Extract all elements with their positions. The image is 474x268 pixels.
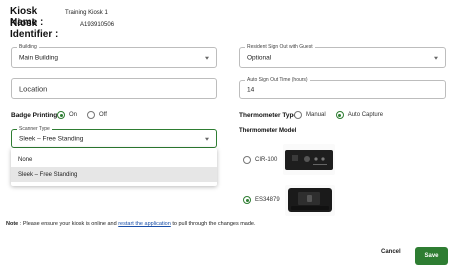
note-text-before: : Please ensure your kiosk is online and [18,221,119,227]
cir100-device-image [283,144,335,175]
kiosk-id-label: Kiosk Identifier : [10,18,59,40]
scanner-type-value: Sleek – Free Standing [19,135,84,142]
note-prefix: Note [6,221,19,227]
scanner-option-sleek[interactable]: Sleek – Free Standing [11,167,217,182]
thermometer-manual-label: Manual [306,112,326,118]
badge-printing-on-option[interactable]: On [57,111,77,119]
location-input[interactable]: Location [11,78,217,99]
radio-on-icon[interactable] [57,111,65,119]
thermometer-model-label: Thermometer Model [239,128,297,134]
es34879-label: ES34879 [255,197,280,203]
building-label: Building [17,44,39,51]
kiosk-id-value: A193910506 [80,22,115,28]
radio-on-icon[interactable] [335,111,344,119]
badge-printing-on-label: On [69,112,78,118]
restart-application-link[interactable]: restart the application [118,221,171,227]
badge-printing-off-label: Off [99,112,107,118]
kiosk-name-value: Training Kiosk 1 [65,10,108,16]
thermometer-auto-label: Auto Capture [347,112,384,118]
building-value: Main Building [19,54,59,61]
radio-off-icon[interactable] [294,111,302,119]
auto-signout-value: 14 [247,86,255,93]
radio-on-icon[interactable] [243,196,251,204]
badge-printing-off-option[interactable]: Off [87,111,107,119]
location-placeholder: Location [19,84,48,93]
thermometer-type-label: Thermometer Type [239,112,298,119]
save-button[interactable]: Save [415,247,448,265]
scanner-option-none[interactable]: None [11,152,217,167]
resident-signout-value: Optional [247,54,272,61]
scanner-type-menu: None Sleek – Free Standing [11,148,217,186]
badge-printing-label: Badge Printing [11,112,58,119]
es34879-device-image [285,185,335,216]
thermometer-auto-option[interactable]: Auto Capture [335,111,384,119]
building-select[interactable]: Building Main Building [11,44,217,68]
chevron-down-icon [205,137,209,141]
thermometer-model-es34879-option[interactable]: ES34879 [243,196,280,204]
resident-signout-label: Resident Sign Out with Guest [245,44,315,51]
chevron-down-icon [205,56,209,60]
badge-printing-radio-group: On Off [57,111,117,119]
cir100-label: CIR-100 [255,157,278,163]
restart-note: Note : Please ensure your kiosk is onlin… [6,221,256,227]
kiosk-id-row: Kiosk Identifier : A193910506 [10,18,114,40]
resident-signout-select[interactable]: Resident Sign Out with Guest Optional [239,44,446,68]
thermometer-type-radio-group: Manual Auto Capture [294,111,393,119]
thermometer-model-cir100-option[interactable]: CIR-100 [243,156,277,164]
radio-off-icon[interactable] [87,111,96,119]
chevron-down-icon [434,56,438,60]
auto-signout-label: Auto Sign Out Time (hours) [245,77,310,84]
scanner-type-label: Scanner Type [17,126,52,133]
auto-signout-input[interactable]: Auto Sign Out Time (hours) 14 [239,77,446,99]
thermometer-manual-option[interactable]: Manual [294,111,326,119]
note-text-after: to pull through the changes made. [170,221,256,227]
scanner-type-select[interactable]: Scanner Type Sleek – Free Standing [11,126,217,148]
radio-off-icon[interactable] [243,156,251,164]
cancel-button[interactable]: Cancel [381,249,401,255]
